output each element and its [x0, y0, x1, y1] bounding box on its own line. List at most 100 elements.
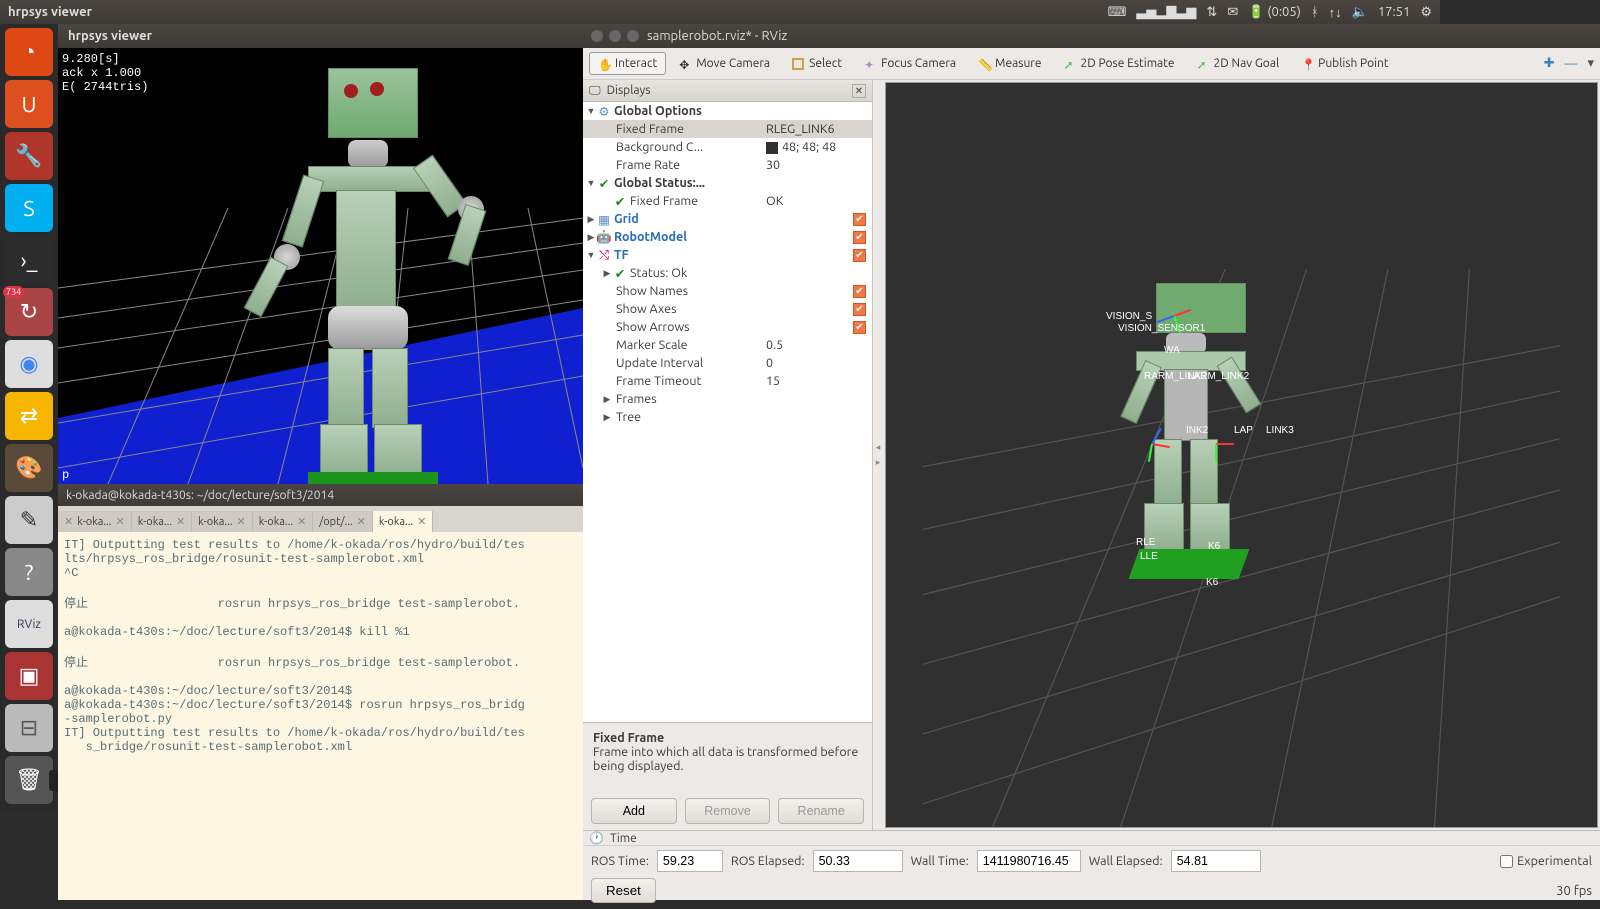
- menubar-title: hrpsys viewer: [8, 5, 92, 19]
- add-button[interactable]: Add: [591, 798, 677, 824]
- close-icon[interactable]: ✕: [297, 515, 306, 528]
- check-icon: ✔: [597, 176, 611, 191]
- launcher-chromium-icon[interactable]: ◉: [5, 340, 53, 388]
- hrpsys-grid-icon: [58, 48, 583, 484]
- close-icon[interactable]: ✕: [852, 84, 866, 98]
- terminal-window-title[interactable]: k-okada@kokada-t430s: ~/doc/lecture/soft…: [58, 484, 583, 506]
- check-icon: ✔: [613, 266, 627, 281]
- close-icon[interactable]: ✕: [116, 515, 125, 528]
- robot-icon: 🤖: [597, 230, 611, 245]
- ros-time-field[interactable]: [657, 850, 723, 872]
- checkbox[interactable]: ✔: [853, 321, 866, 334]
- terminal-body[interactable]: IT] Outputting test results to /home/k-o…: [58, 532, 583, 900]
- wall-time-field[interactable]: [977, 850, 1081, 872]
- interact-button[interactable]: ✋Interact: [589, 52, 666, 75]
- rviz-toolbar: ✋Interact ✥Move Camera Select ✦Focus Cam…: [583, 48, 1600, 80]
- terminal-tab[interactable]: /opt/...✕: [313, 511, 373, 532]
- terminal-tab[interactable]: ✕k-oka...✕: [58, 511, 132, 532]
- launcher-trash-icon[interactable]: 🗑 ゴミ箱: [5, 756, 53, 804]
- wall-time-label: Wall Time:: [911, 854, 969, 868]
- displays-tree[interactable]: ▼⚙Global Options Fixed FrameRLEG_LINK6 B…: [583, 102, 872, 722]
- launcher-skype-icon[interactable]: S: [5, 184, 53, 232]
- hrpsys-3d-view[interactable]: 9.280[s] ack x 1.000 E( 2744tris) p: [58, 48, 583, 484]
- add-tool-icon[interactable]: ✚: [1544, 56, 1555, 71]
- focus-camera-button[interactable]: ✦Focus Camera: [855, 52, 965, 75]
- wall-elapsed-label: Wall Elapsed:: [1089, 854, 1163, 868]
- launcher-terminal-icon[interactable]: ›_: [5, 236, 53, 284]
- hrpsys-window-title[interactable]: hrpsys viewer: [58, 24, 583, 48]
- move-camera-button[interactable]: ✥Move Camera: [670, 52, 779, 75]
- remove-button[interactable]: Remove: [685, 798, 771, 824]
- measure-button[interactable]: 📏Measure: [969, 52, 1050, 75]
- launcher-updates-icon[interactable]: 734↻: [5, 288, 53, 336]
- clock[interactable]: 17:51: [1378, 5, 1411, 19]
- nav-goal-button[interactable]: ➚2D Nav Goal: [1188, 52, 1289, 75]
- rviz-window: ✋Interact ✥Move Camera Select ✦Focus Cam…: [583, 48, 1600, 900]
- close-icon[interactable]: ✕: [357, 515, 366, 528]
- unity-launcher: ◔ U 🔧 S ›_ 734↻ ◉ ⇄ 🎨 ✎ ? RViz ▣ ⊟ 🗑 ゴミ箱: [0, 24, 58, 810]
- indicator-graph-icon[interactable]: ▃▅▂▇▃▆: [1136, 5, 1196, 20]
- chevron-down-icon[interactable]: ▾: [1587, 56, 1594, 71]
- bluetooth-icon[interactable]: ᚼ: [1311, 5, 1319, 19]
- select-button[interactable]: Select: [783, 52, 851, 75]
- fps-readout: 30 fps: [1556, 884, 1592, 898]
- launcher-rviz-icon[interactable]: RViz: [5, 600, 53, 648]
- rename-button[interactable]: Rename: [778, 798, 864, 824]
- checkbox[interactable]: ✔: [853, 213, 866, 226]
- checkbox[interactable]: ✔: [853, 285, 866, 298]
- launcher-help-icon[interactable]: ?: [5, 548, 53, 596]
- splitter-handle[interactable]: ◂▸: [873, 80, 883, 830]
- mail-icon[interactable]: ✉: [1227, 5, 1238, 20]
- experimental-checkbox[interactable]: Experimental: [1500, 854, 1592, 868]
- network-icon[interactable]: ⇅: [1206, 5, 1217, 20]
- launcher-synaptic-icon[interactable]: ⇄: [5, 392, 53, 440]
- volume-icon[interactable]: 🔈: [1352, 5, 1368, 20]
- terminal-tab[interactable]: k-oka...✕: [253, 511, 314, 532]
- rviz-3d-view[interactable]: VISION_S VISION_SENSOR1 WA RARM_LINK2 LA…: [885, 82, 1598, 828]
- maximize-icon[interactable]: [627, 30, 639, 42]
- checkbox[interactable]: ✔: [853, 231, 866, 244]
- close-icon[interactable]: [591, 30, 603, 42]
- hand-icon: ✋: [598, 58, 610, 70]
- battery-icon[interactable]: 🔋(0:05): [1248, 5, 1301, 20]
- reset-button[interactable]: Reset: [591, 878, 656, 903]
- time-panel: 🕐Time ROS Time: ROS Elapsed: Wall Time: …: [583, 830, 1600, 900]
- displays-header[interactable]: 🖵 Displays ✕: [583, 80, 872, 102]
- checkbox[interactable]: ✔: [853, 303, 866, 316]
- rviz-window-title[interactable]: samplerobot.rviz* - RViz: [583, 24, 1600, 48]
- window-controls: [591, 30, 639, 42]
- close-icon[interactable]: ✕: [417, 515, 426, 528]
- pose-estimate-button[interactable]: ➚2D Pose Estimate: [1054, 52, 1183, 75]
- checkbox[interactable]: ✔: [853, 249, 866, 262]
- ros-elapsed-field[interactable]: [813, 850, 903, 872]
- displays-panel: 🖵 Displays ✕ ▼⚙Global Options Fixed Fram…: [583, 80, 873, 830]
- close-icon[interactable]: ✕: [176, 515, 185, 528]
- launcher-settings-icon[interactable]: 🔧: [5, 132, 53, 180]
- grid-icon: ▦: [597, 212, 611, 227]
- gear-icon[interactable]: ⚙: [1420, 5, 1432, 20]
- keyboard-icon[interactable]: ⌨: [1108, 5, 1127, 20]
- launcher-dash-icon[interactable]: ◔: [5, 28, 53, 76]
- gear-icon: ⚙: [597, 104, 611, 119]
- wall-elapsed-field[interactable]: [1171, 850, 1261, 872]
- pin-icon: 📍: [1301, 58, 1313, 70]
- terminal-tab[interactable]: k-oka...✕: [373, 511, 434, 532]
- publish-point-button[interactable]: 📍Publish Point: [1292, 52, 1397, 75]
- terminal-tab[interactable]: k-oka...✕: [192, 511, 253, 532]
- top-menubar: hrpsys viewer ⌨ ▃▅▂▇▃▆ ⇅ ✉ 🔋(0:05) ᚼ ↑↓ …: [0, 0, 1440, 24]
- launcher-gimp-icon[interactable]: 🎨: [5, 444, 53, 492]
- minimize-icon[interactable]: [609, 30, 621, 42]
- terminal-tab[interactable]: k-oka...✕: [132, 511, 193, 532]
- launcher-ubuntuone-icon[interactable]: U: [5, 80, 53, 128]
- updown-icon[interactable]: ↑↓: [1329, 5, 1342, 20]
- launcher-files-icon[interactable]: ⊟: [5, 704, 53, 752]
- remove-tool-icon[interactable]: —: [1565, 57, 1578, 71]
- close-icon[interactable]: ✕: [237, 515, 246, 528]
- close-icon[interactable]: ✕: [64, 515, 73, 528]
- launcher-gedit-icon[interactable]: ✎: [5, 496, 53, 544]
- tf-icon: ⤭: [597, 248, 611, 263]
- launcher-screenshot-icon[interactable]: ▣: [5, 652, 53, 700]
- description-box: Fixed Frame Frame into which all data is…: [583, 722, 872, 792]
- time-header[interactable]: 🕐Time: [583, 831, 1600, 846]
- check-icon: ✔: [613, 194, 627, 209]
